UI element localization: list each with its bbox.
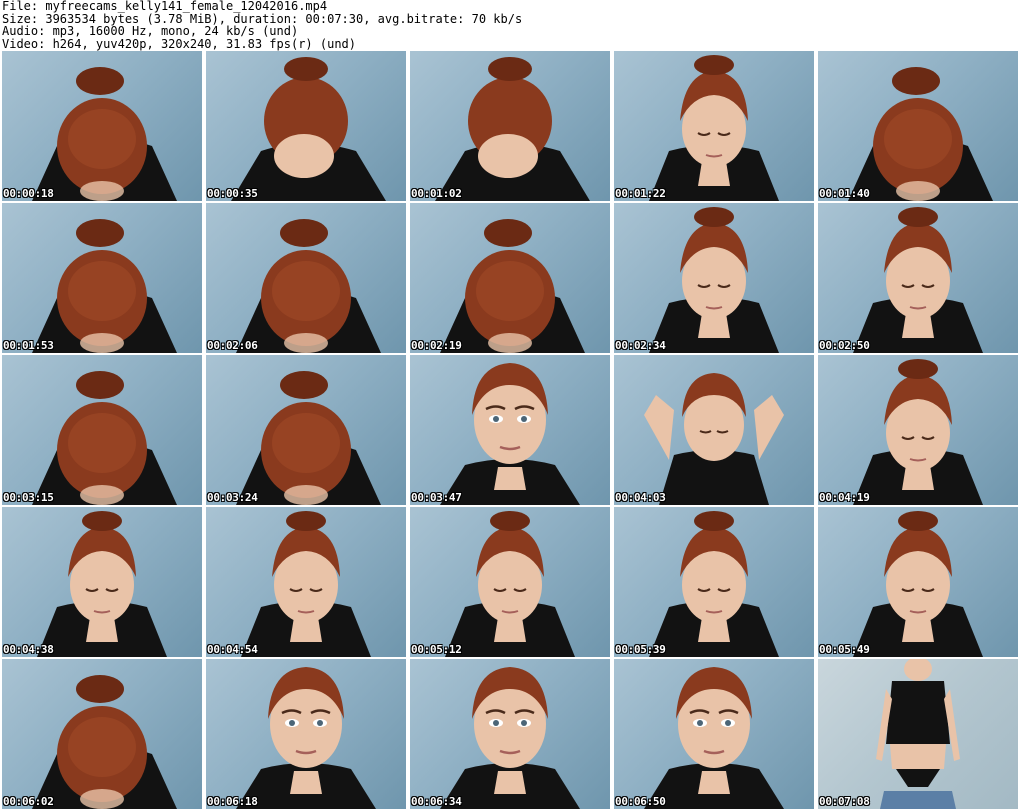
thumbnail-timestamp: 00:04:54 <box>207 643 258 656</box>
thumbnail-timestamp: 00:05:39 <box>615 643 666 656</box>
thumbnail-timestamp: 00:01:53 <box>3 339 54 352</box>
thumbnail-timestamp: 00:04:19 <box>819 491 870 504</box>
thumbnail-frame: 00:02:06 <box>206 203 406 353</box>
thumbnail-frame: 00:06:50 <box>614 659 814 809</box>
thumbnail-frame: 00:04:38 <box>2 507 202 657</box>
thumbnail-timestamp: 00:05:49 <box>819 643 870 656</box>
thumbnail-frame: 00:06:18 <box>206 659 406 809</box>
thumbnail-frame: 00:06:02 <box>2 659 202 809</box>
thumbnail-timestamp: 00:06:50 <box>615 795 666 808</box>
thumbnail-frame: 00:00:18 <box>2 51 202 201</box>
thumbnail-frame: 00:04:03 <box>614 355 814 505</box>
file-name-line: File: myfreecams_kelly141_female_1204201… <box>2 0 328 13</box>
video-info-line: Video: h264, yuv420p, 320x240, 31.83 fps… <box>2 36 357 51</box>
thumbnail-frame: 00:04:54 <box>206 507 406 657</box>
thumbnail-frame: 00:03:24 <box>206 355 406 505</box>
thumbnail-frame: 00:02:34 <box>614 203 814 353</box>
thumbnail-timestamp: 00:05:12 <box>411 643 462 656</box>
thumbnail-timestamp: 00:04:03 <box>615 491 666 504</box>
thumbnail-frame: 00:01:53 <box>2 203 202 353</box>
file-info-header: File: myfreecams_kelly141_female_1204201… <box>2 0 1020 50</box>
thumbnail-frame: 00:05:39 <box>614 507 814 657</box>
thumbnail-timestamp: 00:02:06 <box>207 339 258 352</box>
thumbnail-frame: 00:03:15 <box>2 355 202 505</box>
thumbnail-timestamp: 00:02:50 <box>819 339 870 352</box>
thumbnail-timestamp: 00:01:02 <box>411 187 462 200</box>
thumbnail-frame: 00:06:34 <box>410 659 610 809</box>
thumbnail-frame: 00:05:49 <box>818 507 1018 657</box>
audio-info-line: Audio: mp3, 16000 Hz, mono, 24 kb/s (und… <box>2 24 299 38</box>
thumbnail-frame: 00:01:02 <box>410 51 610 201</box>
thumbnail-timestamp: 00:00:18 <box>3 187 54 200</box>
thumbnail-frame: 00:07:08 <box>818 659 1018 809</box>
thumbnail-timestamp: 00:06:18 <box>207 795 258 808</box>
thumbnail-frame: 00:04:19 <box>818 355 1018 505</box>
thumbnail-frame: 00:02:50 <box>818 203 1018 353</box>
thumbnail-grid: 00:00:18 00:00:35 00:01:02 00:01:22 00:0… <box>2 51 1022 811</box>
thumbnail-timestamp: 00:03:15 <box>3 491 54 504</box>
thumbnail-frame: 00:00:35 <box>206 51 406 201</box>
thumbnail-frame: 00:05:12 <box>410 507 610 657</box>
thumbnail-timestamp: 00:06:34 <box>411 795 462 808</box>
thumbnail-timestamp: 00:03:47 <box>411 491 462 504</box>
thumbnail-frame: 00:03:47 <box>410 355 610 505</box>
thumbnail-frame: 00:02:19 <box>410 203 610 353</box>
thumbnail-timestamp: 00:07:08 <box>819 795 870 808</box>
thumbnail-timestamp: 00:04:38 <box>3 643 54 656</box>
thumbnail-timestamp: 00:01:40 <box>819 187 870 200</box>
thumbnail-timestamp: 00:02:19 <box>411 339 462 352</box>
thumbnail-timestamp: 00:00:35 <box>207 187 258 200</box>
thumbnail-timestamp: 00:03:24 <box>207 491 258 504</box>
thumbnail-frame: 00:01:22 <box>614 51 814 201</box>
thumbnail-timestamp: 00:06:02 <box>3 795 54 808</box>
thumbnail-timestamp: 00:02:34 <box>615 339 666 352</box>
thumbnail-timestamp: 00:01:22 <box>615 187 666 200</box>
thumbnail-frame: 00:01:40 <box>818 51 1018 201</box>
